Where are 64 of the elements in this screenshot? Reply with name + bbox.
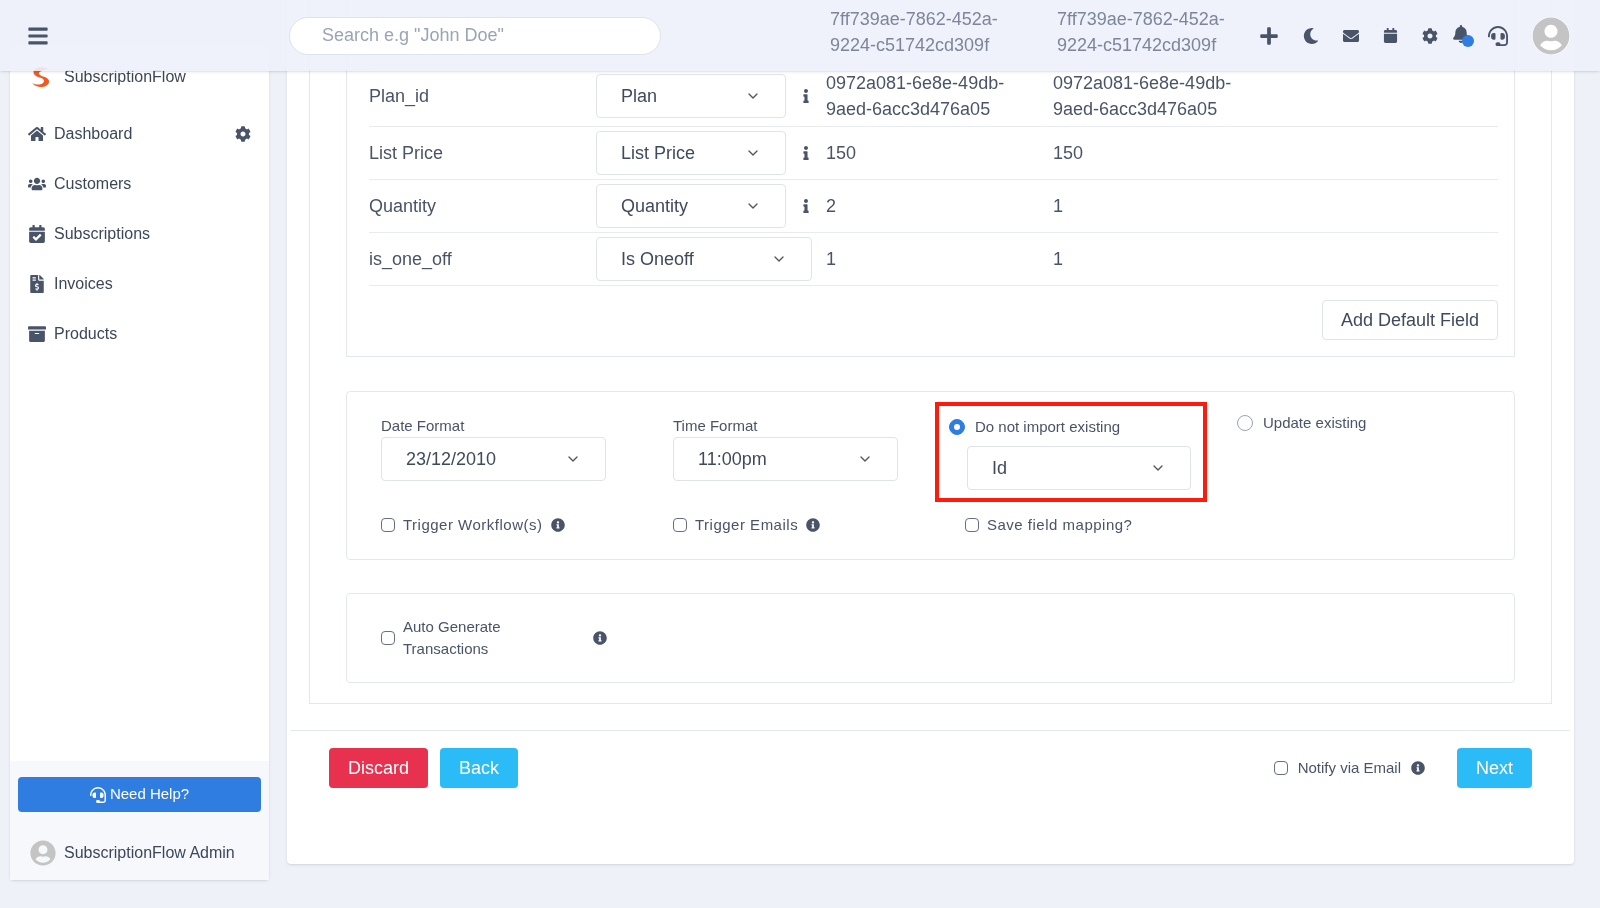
calendar-icon[interactable] — [1383, 28, 1398, 43]
date-format-select[interactable]: 23/12/2010 — [381, 437, 606, 481]
notify-label: Notify via Email — [1297, 757, 1401, 778]
mapping-select[interactable]: Is Oneoff — [596, 237, 812, 281]
sidebar-item[interactable]: Customers — [28, 159, 251, 209]
plus-icon[interactable] — [1259, 25, 1279, 46]
table-cell-text: Plan_id — [369, 84, 431, 109]
table-cell-text: List Price — [369, 141, 445, 165]
info-icon[interactable] — [806, 518, 821, 533]
checkbox[interactable] — [381, 518, 395, 533]
headset-icon[interactable] — [1488, 25, 1508, 46]
nav-icon — [28, 175, 46, 193]
table-cell-text: 2 — [826, 195, 837, 218]
info-icon[interactable] — [593, 631, 607, 645]
checkbox-label: Trigger Emails — [695, 515, 799, 535]
sidebar-item[interactable]: Subscriptions — [28, 209, 251, 259]
table-cell-text: 0972a081-6e8e-49db-9aed-6acc3d476a05 — [1053, 72, 1233, 121]
table-cell-text: 7ff739ae-7862-452a-9224-c51742cd309f — [1057, 8, 1226, 57]
brand-name: SubscriptionFlow — [64, 67, 186, 87]
nav-icon — [28, 125, 46, 143]
time-format-select[interactable]: 11:00pm — [673, 437, 898, 481]
checkbox[interactable] — [673, 518, 687, 533]
discard-button[interactable]: Discard — [329, 748, 428, 788]
mapping-select[interactable]: List Price — [596, 131, 786, 175]
nav-icon — [28, 275, 46, 293]
checkbox[interactable] — [965, 518, 979, 533]
checkbox-label: Trigger Workflow(s) — [403, 515, 543, 535]
checkbox-label: Save field mapping? — [987, 515, 1133, 535]
table-cell-text: 150 — [826, 142, 858, 165]
info-icon[interactable] — [1411, 761, 1425, 775]
table-cell-text: 1 — [1053, 195, 1064, 218]
date-format-label: Date Format — [381, 416, 466, 436]
radio-option[interactable]: Update existing — [1237, 410, 1367, 436]
nav-icon — [28, 325, 46, 343]
info-icon[interactable] — [550, 518, 565, 533]
headset-icon — [89, 786, 106, 803]
table-cell-text: is_one_off — [369, 247, 453, 272]
moon-icon[interactable] — [1303, 27, 1319, 44]
checkbox[interactable] — [381, 631, 395, 645]
radio-option[interactable]: Do not import existing — [949, 414, 1193, 440]
need-help-button[interactable]: Need Help? — [18, 777, 261, 812]
table-cell-text: 1 — [1053, 248, 1064, 271]
user-name: SubscriptionFlow Admin — [64, 843, 235, 863]
sidebar-item[interactable]: Invoices — [28, 259, 251, 309]
mapping-select[interactable]: Plan — [596, 74, 786, 118]
table-cell-text: 0972a081-6e8e-49db-9aed-6acc3d476a05 — [826, 72, 1006, 121]
nav-icon — [28, 225, 46, 243]
avatar-icon — [30, 840, 56, 866]
time-format-label: Time Format — [673, 416, 759, 436]
checkbox[interactable] — [1273, 761, 1288, 775]
table-cell-text: 7ff739ae-7862-452a-9224-c51742cd309f — [830, 8, 999, 57]
sidebar-item[interactable]: Products — [28, 309, 251, 359]
settings-icon[interactable] — [235, 126, 251, 142]
mail-icon[interactable] — [1343, 27, 1359, 44]
table-cell-text: Quantity — [369, 194, 438, 218]
mapping-select[interactable]: Quantity — [596, 184, 786, 228]
add-default-field-button[interactable]: Add Default Field — [1321, 300, 1498, 340]
table-cell-text: 150 — [1053, 142, 1085, 165]
checkbox-label: Auto Generate Transactions — [403, 617, 502, 659]
sidebar-item[interactable]: Dashboard — [28, 109, 251, 159]
existing-key-select[interactable]: Id — [967, 446, 1191, 490]
table-cell-text: 1 — [826, 248, 837, 271]
notification-bell-icon[interactable] — [1452, 24, 1474, 47]
settings-icon[interactable] — [1422, 27, 1438, 44]
